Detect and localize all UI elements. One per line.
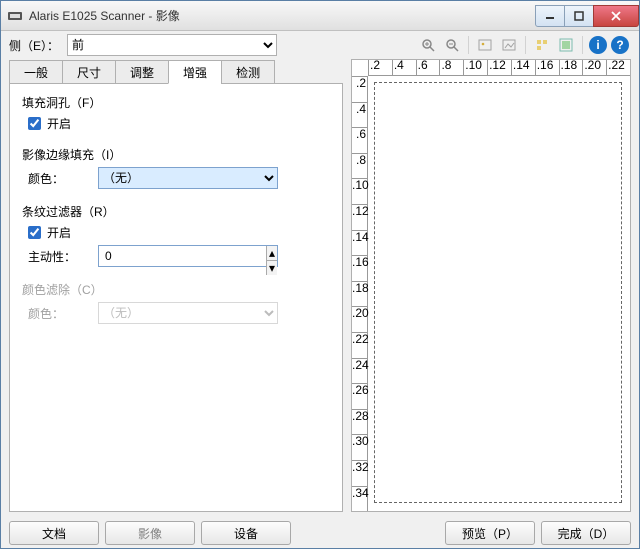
info-button[interactable]: i — [589, 36, 607, 54]
ruler-tick: .14 — [352, 230, 367, 256]
ruler-tick: .12 — [352, 204, 367, 230]
ruler-vertical: .2.4.6.8.10.12.14.16.18.20.22.24.26.28.3… — [352, 76, 368, 511]
ruler-tick: .2 — [368, 60, 392, 75]
tab-size[interactable]: 尺寸 — [62, 60, 116, 84]
tab-detect[interactable]: 检测 — [221, 60, 275, 84]
tabs: 一般 尺寸 调整 增强 检测 — [9, 60, 343, 84]
ruler-tick: .10 — [463, 60, 487, 75]
edge-fill-title: 影像边缘填充（I） — [22, 146, 330, 163]
device-button[interactable]: 设备 — [201, 521, 291, 545]
dropout-title: 颜色滤除（C） — [22, 281, 330, 298]
window-title: Alaris E1025 Scanner - 影像 — [29, 7, 536, 24]
document-button[interactable]: 文档 — [9, 521, 99, 545]
options-icon[interactable] — [532, 35, 552, 55]
preview-button[interactable]: 预览（P） — [445, 521, 535, 545]
ruler-tick: .4 — [392, 60, 416, 75]
maximize-button[interactable] — [564, 5, 594, 27]
help-button[interactable]: ? — [611, 36, 629, 54]
ruler-tick: .18 — [559, 60, 583, 75]
group-fill-holes: 填充洞孔（F） 开启 — [22, 94, 330, 132]
fill-holes-checkbox-label: 开启 — [47, 115, 71, 132]
edge-fill-color-select[interactable]: （无） — [98, 167, 278, 189]
ruler-tick: .20 — [582, 60, 606, 75]
streak-aggr-spinner[interactable]: ▴ ▾ — [98, 245, 278, 267]
close-button[interactable] — [593, 5, 639, 27]
streak-aggr-row: 主动性： ▴ ▾ — [28, 245, 330, 267]
streak-title: 条纹过滤器（R） — [22, 203, 330, 220]
preview-pane: .2.4.6.8.10.12.14.16.18.20.22 .2.4.6.8.1… — [351, 59, 631, 512]
toolbar-separator — [468, 36, 469, 54]
ruler-tick: .12 — [487, 60, 511, 75]
scanner-window: Alaris E1025 Scanner - 影像 侧（E）： 前 i ? 一般… — [0, 0, 640, 549]
fill-holes-checkbox-input[interactable] — [28, 117, 41, 130]
dropout-color-label: 颜色： — [28, 305, 98, 322]
fill-holes-title: 填充洞孔（F） — [22, 94, 330, 111]
ruler-tick: .16 — [352, 255, 367, 281]
minimize-button[interactable] — [535, 5, 565, 27]
group-color-dropout: 颜色滤除（C） 颜色： （无） — [22, 281, 330, 324]
ruler-tick: .8 — [439, 60, 463, 75]
fill-holes-checkbox[interactable]: 开启 — [28, 115, 330, 132]
group-streak-filter: 条纹过滤器（R） 开启 主动性： ▴ ▾ — [22, 203, 330, 267]
group-edge-fill: 影像边缘填充（I） 颜色： （无） — [22, 146, 330, 189]
bottom-bar: 文档 影像 设备 预览（P） 完成（D） — [1, 518, 639, 548]
tab-panel: 填充洞孔（F） 开启 影像边缘填充（I） 颜色： （无） 条纹过滤器（R） — [9, 83, 343, 512]
options2-icon[interactable] — [556, 35, 576, 55]
ruler-tick: .28 — [352, 409, 367, 435]
image-button[interactable]: 影像 — [105, 521, 195, 545]
image-tool-icon[interactable] — [499, 35, 519, 55]
tab-general[interactable]: 一般 — [9, 60, 63, 84]
ruler-tick: .2 — [352, 76, 367, 102]
streak-checkbox[interactable]: 开启 — [28, 224, 330, 241]
ruler-tick: .6 — [352, 127, 367, 153]
tab-adjust[interactable]: 调整 — [115, 60, 169, 84]
ruler-tick: .30 — [352, 434, 367, 460]
preview-page[interactable] — [374, 82, 622, 503]
titlebar: Alaris E1025 Scanner - 影像 — [1, 1, 639, 31]
body: 一般 尺寸 调整 增强 检测 填充洞孔（F） 开启 影像边缘填充（I） — [1, 59, 639, 518]
ruler-tick: .22 — [352, 332, 367, 358]
ruler-tick: .4 — [352, 102, 367, 128]
done-button[interactable]: 完成（D） — [541, 521, 631, 545]
ruler-tick: .26 — [352, 383, 367, 409]
spinner-down[interactable]: ▾ — [266, 261, 277, 275]
ruler-tick: .6 — [416, 60, 440, 75]
ruler-tick: .32 — [352, 460, 367, 486]
ruler-tick: .10 — [352, 178, 367, 204]
zoom-out-icon[interactable] — [442, 35, 462, 55]
streak-aggr-input[interactable] — [99, 246, 266, 266]
spinner-up[interactable]: ▴ — [266, 246, 277, 261]
ruler-tick: .14 — [511, 60, 535, 75]
ruler-tick: .24 — [352, 358, 367, 384]
side-label: 侧（E）： — [9, 37, 59, 54]
ruler-tick: .16 — [535, 60, 559, 75]
ruler-tick: .22 — [606, 60, 630, 75]
zoom-in-icon[interactable] — [418, 35, 438, 55]
ruler-tick: .34 — [352, 486, 367, 512]
app-icon — [7, 8, 23, 24]
streak-aggr-label: 主动性： — [28, 248, 98, 265]
window-controls — [536, 5, 639, 27]
toolbar-separator — [525, 36, 526, 54]
ruler-tick: .18 — [352, 281, 367, 307]
dropout-color-select: （无） — [98, 302, 278, 324]
ruler-tick: .8 — [352, 153, 367, 179]
tab-enhance[interactable]: 增强 — [168, 60, 222, 84]
ruler-tick: .20 — [352, 306, 367, 332]
streak-checkbox-label: 开启 — [47, 224, 71, 241]
side-select[interactable]: 前 — [67, 34, 277, 56]
top-row: 侧（E）： 前 i ? — [1, 31, 639, 59]
toolbar-separator — [582, 36, 583, 54]
dropout-color-row: 颜色： （无） — [28, 302, 330, 324]
edge-fill-color-label: 颜色： — [28, 170, 98, 187]
streak-checkbox-input[interactable] — [28, 226, 41, 239]
image-icon[interactable] — [475, 35, 495, 55]
left-pane: 一般 尺寸 调整 增强 检测 填充洞孔（F） 开启 影像边缘填充（I） — [9, 59, 343, 512]
edge-fill-color-row: 颜色： （无） — [28, 167, 330, 189]
ruler-horizontal: .2.4.6.8.10.12.14.16.18.20.22 — [368, 60, 630, 76]
spinner-buttons: ▴ ▾ — [266, 246, 277, 266]
